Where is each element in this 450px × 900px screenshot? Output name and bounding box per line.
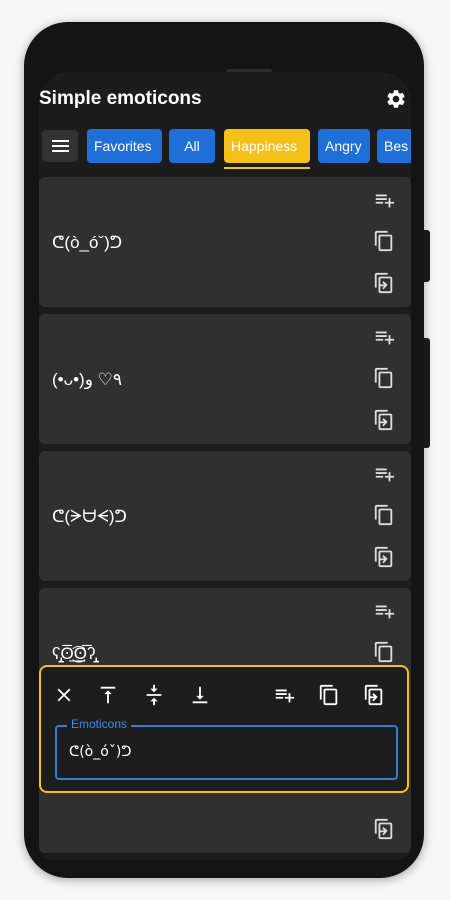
align-top-button[interactable] — [97, 684, 119, 706]
tab-favorites[interactable]: Favorites — [87, 129, 162, 163]
category-tabs: Favorites All Happiness Angry Bes — [39, 129, 411, 169]
open-in-button[interactable] — [373, 272, 395, 294]
emoticon-card[interactable]: ᕦ(ò_óˇ)ᕤ — [39, 177, 411, 307]
field-label: Emoticons — [67, 717, 132, 731]
align-bottom-button[interactable] — [189, 684, 211, 706]
add-to-list-icon — [375, 605, 395, 619]
copy-icon — [374, 230, 393, 252]
app-title: Simple emoticons — [39, 88, 202, 109]
add-to-list-button[interactable] — [273, 684, 295, 706]
copy-icon — [319, 684, 338, 706]
power-button — [424, 338, 430, 448]
add-to-list-button[interactable] — [373, 600, 395, 622]
open-in-icon — [364, 684, 383, 706]
tab-partial[interactable]: Bes — [377, 129, 411, 163]
add-to-list-button[interactable] — [373, 463, 395, 485]
copy-button[interactable] — [318, 684, 340, 706]
hamburger-menu-icon — [52, 140, 69, 152]
emoticon-field: Emoticons — [55, 717, 398, 780]
open-in-button[interactable] — [363, 684, 385, 706]
add-to-list-icon — [375, 468, 395, 482]
emoticon-input[interactable] — [69, 741, 379, 763]
settings-button[interactable] — [385, 88, 407, 110]
emoticon-editor-panel: Emoticons — [39, 665, 409, 793]
volume-button — [424, 230, 430, 282]
close-button[interactable] — [53, 684, 75, 706]
copy-button[interactable] — [373, 504, 395, 526]
align-bottom-icon — [192, 686, 208, 704]
add-to-list-icon — [275, 689, 295, 703]
selected-tab-indicator — [224, 167, 310, 169]
add-to-list-icon — [375, 194, 395, 208]
emoticon-card[interactable]: (•ᴗ•)٩♡ ﻭ — [39, 314, 411, 444]
open-in-button[interactable] — [373, 818, 395, 840]
copy-button[interactable] — [373, 641, 395, 663]
emoticon-text: ᕦ(ᗒᗨᗕ)ᕤ — [52, 507, 127, 526]
add-to-list-icon — [375, 331, 395, 345]
emoticon-text: ᕦ(ò_óˇ)ᕤ — [52, 233, 123, 252]
copy-button[interactable] — [373, 367, 395, 389]
close-icon — [57, 688, 71, 702]
align-center-icon — [146, 684, 162, 706]
align-center-button[interactable] — [143, 684, 165, 706]
open-in-button[interactable] — [373, 546, 395, 568]
open-in-icon — [374, 272, 393, 294]
tab-angry[interactable]: Angry — [318, 129, 370, 163]
open-in-icon — [374, 546, 393, 568]
gear-icon — [387, 90, 405, 108]
emoticon-text: ʕ̡̢̡ʘ̅͟͜͡ʘ̲̅ʔ̢̡̢ — [52, 644, 96, 663]
add-to-list-button[interactable] — [373, 189, 395, 211]
copy-button[interactable] — [373, 230, 395, 252]
align-top-icon — [100, 686, 116, 704]
emoticon-text: (•ᴗ•)٩♡ ﻭ — [52, 370, 123, 389]
copy-icon — [374, 504, 393, 526]
tab-all[interactable]: All — [169, 129, 215, 163]
menu-button[interactable] — [42, 130, 78, 162]
tab-happiness[interactable]: Happiness — [224, 129, 310, 163]
emoticon-card[interactable]: ᕦ(ᗒᗨᗕ)ᕤ — [39, 451, 411, 581]
add-to-list-button[interactable] — [373, 326, 395, 348]
copy-icon — [374, 367, 393, 389]
copy-icon — [374, 641, 393, 663]
open-in-icon — [374, 409, 393, 431]
open-in-icon — [374, 818, 393, 840]
open-in-button[interactable] — [373, 409, 395, 431]
